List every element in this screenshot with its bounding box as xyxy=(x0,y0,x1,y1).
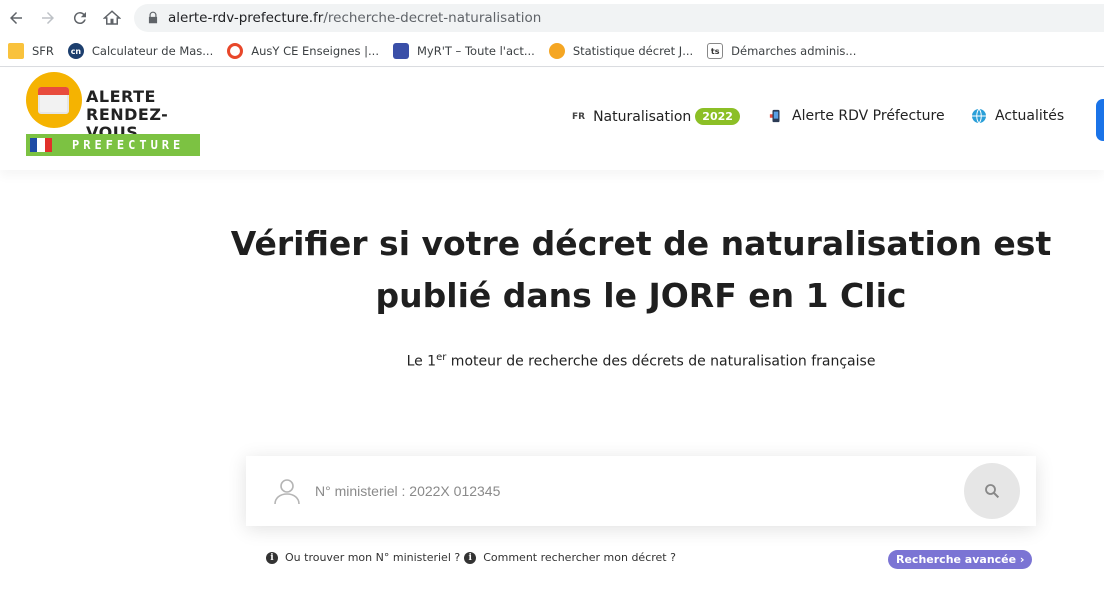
bookmark-demarches[interactable]: ts Démarches adminis... xyxy=(707,43,856,59)
fr-label: FR xyxy=(572,111,586,122)
menu-alerte-rdv[interactable]: Alerte RDV Préfecture xyxy=(768,108,945,124)
menu-label: Naturalisation xyxy=(593,108,692,125)
logo-band: PREFECTURE xyxy=(26,134,200,156)
arrow-right-icon xyxy=(42,12,54,24)
address-bar[interactable]: alerte-rdv-prefecture.fr/recherche-decre… xyxy=(134,4,1104,32)
subtitle-pre: Le 1 xyxy=(406,353,437,370)
decree-number-input[interactable] xyxy=(315,478,915,504)
advanced-search-button[interactable]: Recherche avancée › xyxy=(888,550,1033,569)
french-flag-icon xyxy=(30,138,52,152)
help-link-ministeriel[interactable]: Ou trouver mon N° ministeriel ? xyxy=(285,551,460,564)
logo-band-text: PREFECTURE xyxy=(72,138,185,152)
menu-label: Alerte RDV Préfecture xyxy=(792,108,945,124)
ausy-icon xyxy=(227,43,244,59)
page-title: Vérifier si votre décret de naturalisati… xyxy=(200,218,1082,322)
page-subtitle: Le 1er moteur de recherche des décrets d… xyxy=(300,352,982,370)
phone-icon xyxy=(768,108,784,124)
bookmark-label: Démarches adminis... xyxy=(731,44,857,58)
url-path: /recherche-decret-naturalisation xyxy=(323,10,542,26)
myrt-icon xyxy=(393,43,409,59)
calendar-icon xyxy=(38,87,69,114)
menu-actualites[interactable]: Actualités xyxy=(971,108,1064,124)
url-host: alerte-rdv-prefecture.fr xyxy=(168,10,324,26)
search-button[interactable] xyxy=(964,463,1020,519)
menu-naturalisation[interactable]: FR Naturalisation 2022 xyxy=(572,108,740,125)
bookmark-ausy[interactable]: AusY CE Enseignes |... xyxy=(227,43,379,59)
site-logo[interactable]: ALERTE RENDEZ-VOUS PREFECTURE xyxy=(26,72,202,158)
reload-icon xyxy=(73,12,86,25)
bookmark-label: AusY CE Enseignes |... xyxy=(251,44,379,58)
reload-button[interactable] xyxy=(64,2,96,34)
help-link-recherche[interactable]: Comment rechercher mon décret ? xyxy=(483,551,676,564)
bookmark-label: SFR xyxy=(32,44,54,58)
cnrs-icon: cn xyxy=(67,43,84,59)
globe-icon xyxy=(971,108,987,124)
search-icon xyxy=(985,484,1000,499)
lock-icon xyxy=(148,11,158,24)
logo-line1: ALERTE xyxy=(86,87,156,106)
bookmark-label: Calculateur de Mas... xyxy=(91,44,214,58)
home-icon xyxy=(103,10,121,25)
bookmark-sfr[interactable]: SFR xyxy=(8,43,54,59)
search-box xyxy=(246,456,1036,526)
user-icon xyxy=(274,479,300,505)
arrow-left-icon xyxy=(10,12,22,24)
bookmark-calculateur[interactable]: cn Calculateur de Mas... xyxy=(67,43,214,59)
title-line-1: Vérifier si votre décret de naturalisati… xyxy=(230,224,1052,263)
folder-icon xyxy=(8,43,24,59)
bookmark-label: Statistique décret J... xyxy=(572,44,694,58)
help-links: i Ou trouver mon N° ministeriel ? i Comm… xyxy=(266,551,680,564)
bookmark-statistique[interactable]: Statistique décret J... xyxy=(548,43,694,59)
bookmarks-bar: SFR cn Calculateur de Mas... AusY CE Ens… xyxy=(0,36,1104,67)
info-icon: i xyxy=(266,551,278,564)
menu-label: Actualités xyxy=(995,108,1065,124)
back-button[interactable] xyxy=(0,2,32,34)
document-icon: ts xyxy=(707,43,724,59)
subtitle-sup: er xyxy=(436,352,447,363)
bookmark-myrt[interactable]: MyR'T – Toute l'act... xyxy=(393,43,535,59)
forward-button[interactable] xyxy=(32,2,64,34)
cta-button-partial[interactable] xyxy=(1096,99,1104,141)
year-badge: 2022 xyxy=(695,108,740,125)
home-button[interactable] xyxy=(96,2,128,34)
title-line-2: publié dans le JORF en 1 Clic xyxy=(375,276,907,315)
info-icon: i xyxy=(464,551,477,564)
browser-toolbar: alerte-rdv-prefecture.fr/recherche-decre… xyxy=(0,0,1104,36)
site-header: ALERTE RENDEZ-VOUS PREFECTURE FR Natural… xyxy=(0,68,1104,170)
subtitle-post: moteur de recherche des décrets de natur… xyxy=(446,353,876,370)
bookmark-label: MyR'T – Toute l'act... xyxy=(417,44,535,58)
stat-icon xyxy=(548,43,565,59)
